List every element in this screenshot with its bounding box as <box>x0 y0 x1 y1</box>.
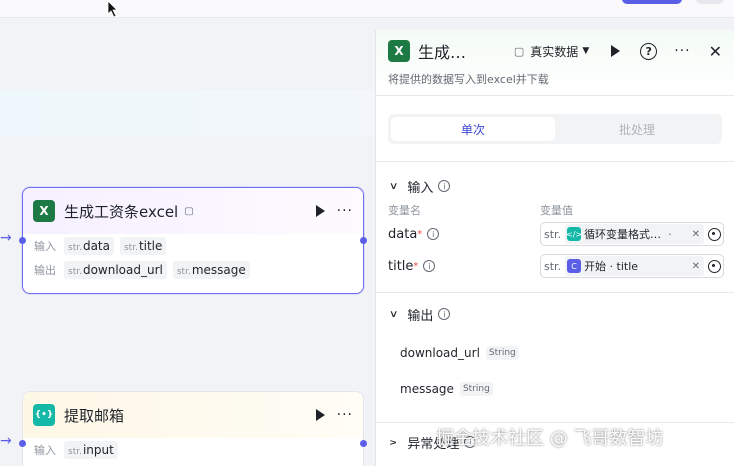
output-var-row: download_url String <box>376 335 734 371</box>
excel-icon: X <box>33 200 55 222</box>
var-value-field[interactable]: str. C 开始 · title ✕ <box>540 254 724 278</box>
required-marker: * <box>417 228 423 240</box>
watermark: 掘金技术社区 @ 飞哥数智坊 <box>436 428 664 449</box>
canvas-band <box>0 90 380 136</box>
info-icon[interactable]: i <box>423 260 436 272</box>
node-input-tag: str.data <box>64 237 114 255</box>
code-icon: </> <box>566 227 582 241</box>
divider <box>376 292 734 293</box>
target-icon[interactable] <box>708 227 721 241</box>
divider <box>376 161 734 162</box>
panel-header: X 生成… ▢ 真实数据 ▼ ? ··· ✕ 将提供的数据写入到excel并下载 <box>376 30 734 96</box>
divider <box>376 422 734 423</box>
run-node-button[interactable] <box>315 205 325 217</box>
var-reference-label: 开始 · title <box>584 260 639 273</box>
node-outputs-label: 输出 <box>34 264 56 277</box>
node-title: 提取邮箱 <box>64 406 125 425</box>
output-section-title: 输出 <box>407 308 434 324</box>
tab-single[interactable]: 单次 <box>391 117 555 141</box>
required-marker: * <box>413 260 419 272</box>
output-var-name: message <box>400 382 454 396</box>
start-icon: C <box>567 259 582 273</box>
node-input-tag: str.input <box>64 441 118 459</box>
excel-icon: X <box>388 40 410 62</box>
tab-batch[interactable]: 批处理 <box>555 117 719 141</box>
clear-icon[interactable]: ✕ <box>692 229 700 240</box>
incoming-edge-arrow-icon: → <box>0 433 12 449</box>
input-port[interactable] <box>19 440 26 447</box>
input-section-toggle[interactable]: ∨ 输入 i <box>376 175 734 197</box>
output-var-name: download_url <box>400 346 480 360</box>
input-port[interactable] <box>19 237 26 244</box>
var-value-field[interactable]: str. </> 循环变量格式… · ✕ <box>540 222 724 246</box>
input-var-row: data * i str. </> 循环变量格式… · ✕ <box>376 218 734 250</box>
output-var-type: String <box>459 382 493 396</box>
node-header: {•} 提取邮箱 ··· <box>23 392 363 438</box>
output-var-type: String <box>485 346 519 360</box>
mouse-cursor-icon <box>107 0 118 18</box>
input-section-title: 输入 <box>407 180 434 196</box>
node-generate-excel[interactable]: X 生成工资条excel ▢ ··· 输入 str.data str.title… <box>19 187 367 294</box>
data-mode-icon: ▢ <box>513 44 525 58</box>
node-title: 生成工资条excel <box>64 202 179 221</box>
node-inputs-label: 输入 <box>34 240 56 253</box>
publish-button[interactable] <box>622 0 682 4</box>
var-name: data <box>388 226 418 242</box>
panel-description: 将提供的数据写入到excel并下载 <box>388 73 549 86</box>
var-name: title <box>388 258 414 274</box>
input-var-row: title * i str. C 开始 · title ✕ <box>376 250 734 282</box>
output-port[interactable] <box>360 237 367 244</box>
code-icon: {•} <box>33 404 55 426</box>
input-column-headers: 变量名 变量值 <box>376 202 734 218</box>
node-input-tag: str.title <box>119 237 167 255</box>
node-output-tag: str.message <box>172 261 250 279</box>
help-icon[interactable]: ? <box>640 42 658 60</box>
output-var-row: message String <box>376 371 734 407</box>
node-inputs-label: 输入 <box>34 444 56 457</box>
node-config-panel: X 生成… ▢ 真实数据 ▼ ? ··· ✕ 将提供的数据写入到excel并下载… <box>375 30 734 466</box>
more-options-button[interactable]: ··· <box>674 43 690 59</box>
info-icon[interactable]: i <box>438 180 451 192</box>
node-extract-email[interactable]: {•} 提取邮箱 ··· 输入 str.input <box>19 391 367 466</box>
var-type: str. <box>544 259 562 273</box>
var-type: str. <box>544 227 562 241</box>
more-options-button[interactable]: ··· <box>337 407 353 423</box>
more-options-button[interactable]: ··· <box>337 203 353 219</box>
run-button[interactable] <box>611 45 621 57</box>
mode-tabs: 单次 批处理 <box>388 114 722 144</box>
panel-title: 生成… <box>418 43 467 62</box>
close-icon[interactable]: ✕ <box>709 42 722 61</box>
node-output-tag: str.download_url <box>64 261 167 279</box>
run-node-button[interactable] <box>315 409 325 421</box>
incoming-edge-arrow-icon: → <box>0 230 12 246</box>
var-reference-chip[interactable]: C 开始 · title ✕ <box>565 256 704 276</box>
output-section-toggle[interactable]: ∨ 输出 i <box>376 303 734 325</box>
chevron-down-icon: ∨ <box>388 180 399 192</box>
col-var-name: 变量名 <box>388 204 421 217</box>
toolbar-button[interactable] <box>696 0 724 4</box>
chevron-right-icon: ∨ <box>388 438 400 446</box>
clear-icon[interactable]: ✕ <box>692 261 700 272</box>
info-icon[interactable]: i <box>438 308 451 320</box>
chevron-down-icon: ∨ <box>388 308 399 320</box>
node-header: X 生成工资条excel ▢ ··· <box>23 188 363 234</box>
target-icon[interactable] <box>708 259 721 273</box>
data-mode-select[interactable]: 真实数据 <box>530 43 578 60</box>
info-icon[interactable]: i <box>427 228 440 240</box>
var-reference-chip[interactable]: </> 循环变量格式… · ✕ <box>565 224 704 244</box>
chevron-down-icon: ▼ <box>582 46 590 56</box>
col-var-value: 变量值 <box>540 204 573 217</box>
plugin-badge-icon: ▢ <box>184 205 194 217</box>
output-port[interactable] <box>360 440 367 447</box>
var-reference-label: 循环变量格式… <box>584 228 662 241</box>
